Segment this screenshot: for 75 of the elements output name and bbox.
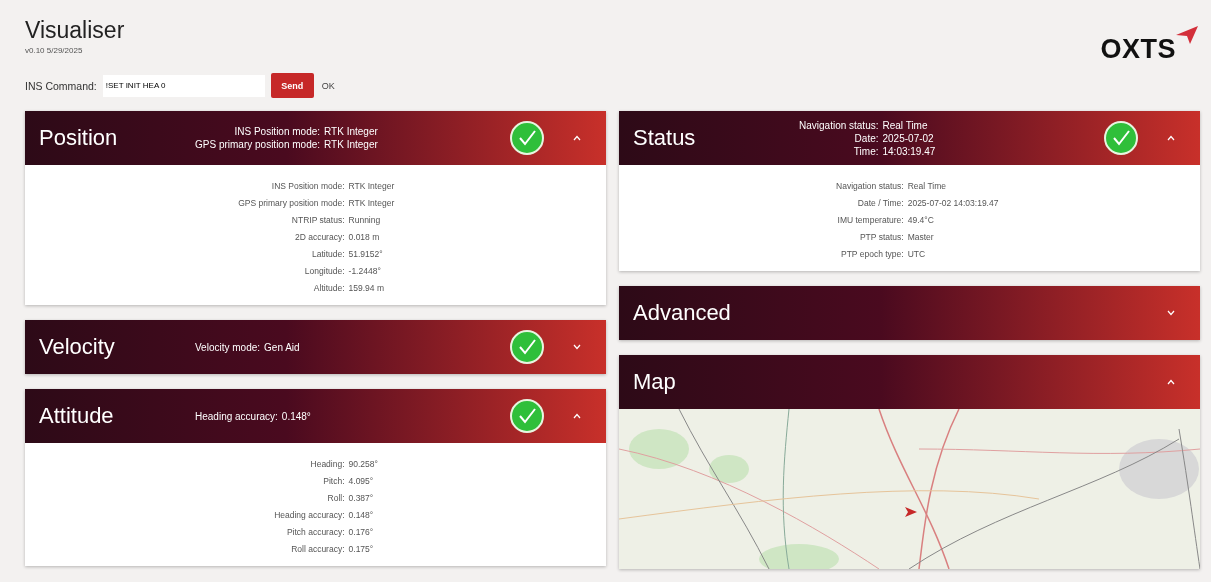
field-label: Heading: xyxy=(309,459,345,469)
summary-label: Date: xyxy=(853,132,879,144)
field-value: UTC xyxy=(907,249,927,259)
check-icon xyxy=(510,399,544,433)
panel-title: Position xyxy=(38,125,119,151)
field-label: Longitude: xyxy=(303,266,345,276)
field-label: Navigation status: xyxy=(835,181,904,191)
check-icon xyxy=(510,121,544,155)
summary-value: 0.148° xyxy=(281,410,311,422)
chevron-up-icon[interactable] xyxy=(573,135,581,141)
field-value: 2025-07-02 14:03:19.47 xyxy=(907,198,1000,208)
chevron-up-icon[interactable] xyxy=(1167,135,1175,141)
check-icon xyxy=(510,330,544,364)
field-value: 0.148° xyxy=(348,510,375,520)
summary-value: 14:03:19.47 xyxy=(882,145,936,157)
summary-label: INS Position mode: xyxy=(233,126,321,137)
paper-plane-icon xyxy=(1176,26,1198,44)
summary-label: Velocity mode: xyxy=(195,341,261,353)
summary-label: Time: xyxy=(852,145,879,157)
panel-title: Status xyxy=(632,125,697,151)
chevron-up-icon[interactable] xyxy=(1167,379,1175,385)
field-label: PTP epoch type: xyxy=(840,249,904,259)
summary-label: Heading accuracy: xyxy=(195,410,278,422)
location-marker-icon xyxy=(905,507,917,517)
field-value: 0.387° xyxy=(348,493,375,503)
field-value: 0.175° xyxy=(348,544,375,554)
panel-title: Advanced xyxy=(632,300,732,326)
field-value: RTK Integer xyxy=(348,181,396,191)
field-value: Running xyxy=(348,215,382,225)
summary-value: RTK Integer xyxy=(324,139,378,150)
field-value: 0.176° xyxy=(348,527,375,537)
field-label: NTRIP status: xyxy=(290,215,345,225)
field-label: Date / Time: xyxy=(856,198,904,208)
response-text: OK xyxy=(321,80,335,91)
field-label: Roll: xyxy=(326,493,345,503)
command-label: INS Command: xyxy=(25,79,97,92)
field-value: Real Time xyxy=(907,181,947,191)
field-value: 159.94 m xyxy=(348,283,385,293)
panel-title: Map xyxy=(632,369,677,395)
field-value: 0.018 m xyxy=(348,232,381,242)
summary-value: Real Time xyxy=(882,119,929,131)
field-value: 51.9152° xyxy=(348,249,384,259)
summary-value: RTK Integer xyxy=(324,126,378,137)
summary-value: 2025-07-02 xyxy=(882,132,935,144)
panel-title: Velocity xyxy=(38,334,116,360)
summary-value: Gen Aid xyxy=(264,341,300,353)
version-text: v0.10 5/29/2025 xyxy=(25,46,84,56)
chevron-down-icon[interactable] xyxy=(1167,310,1175,316)
field-value: 49.4°C xyxy=(907,215,935,225)
field-value: -1.2448° xyxy=(348,266,382,276)
app-title: Visualiser xyxy=(25,18,125,44)
panel-title: Attitude xyxy=(38,403,115,429)
field-label: Roll accuracy: xyxy=(290,544,345,554)
field-label: GPS primary position mode: xyxy=(237,198,345,208)
field-label: Pitch: xyxy=(322,476,345,486)
field-label: PTP status: xyxy=(858,232,904,242)
field-label: Heading accuracy: xyxy=(273,510,345,520)
summary-label: GPS primary position mode: xyxy=(195,139,321,150)
field-value: Master xyxy=(907,232,935,242)
check-icon xyxy=(1104,121,1138,155)
chevron-up-icon[interactable] xyxy=(573,413,581,419)
field-label: IMU temperature: xyxy=(836,215,904,225)
field-label: Altitude: xyxy=(312,283,345,293)
send-button[interactable]: Send xyxy=(270,73,314,98)
field-value: RTK Integer xyxy=(348,198,396,208)
command-input[interactable]: !SET INIT HEA 0 xyxy=(102,74,265,97)
field-label: Latitude: xyxy=(310,249,345,259)
summary-label: Navigation status: xyxy=(799,119,879,131)
field-label: Pitch accuracy: xyxy=(285,527,345,537)
chevron-down-icon[interactable] xyxy=(573,344,581,350)
logo-text: OXTS xyxy=(1100,34,1176,65)
field-value: 4.095° xyxy=(348,476,375,486)
field-label: INS Position mode: xyxy=(270,181,345,191)
field-label: 2D accuracy: xyxy=(293,232,345,242)
field-value: 90.258° xyxy=(348,459,379,469)
